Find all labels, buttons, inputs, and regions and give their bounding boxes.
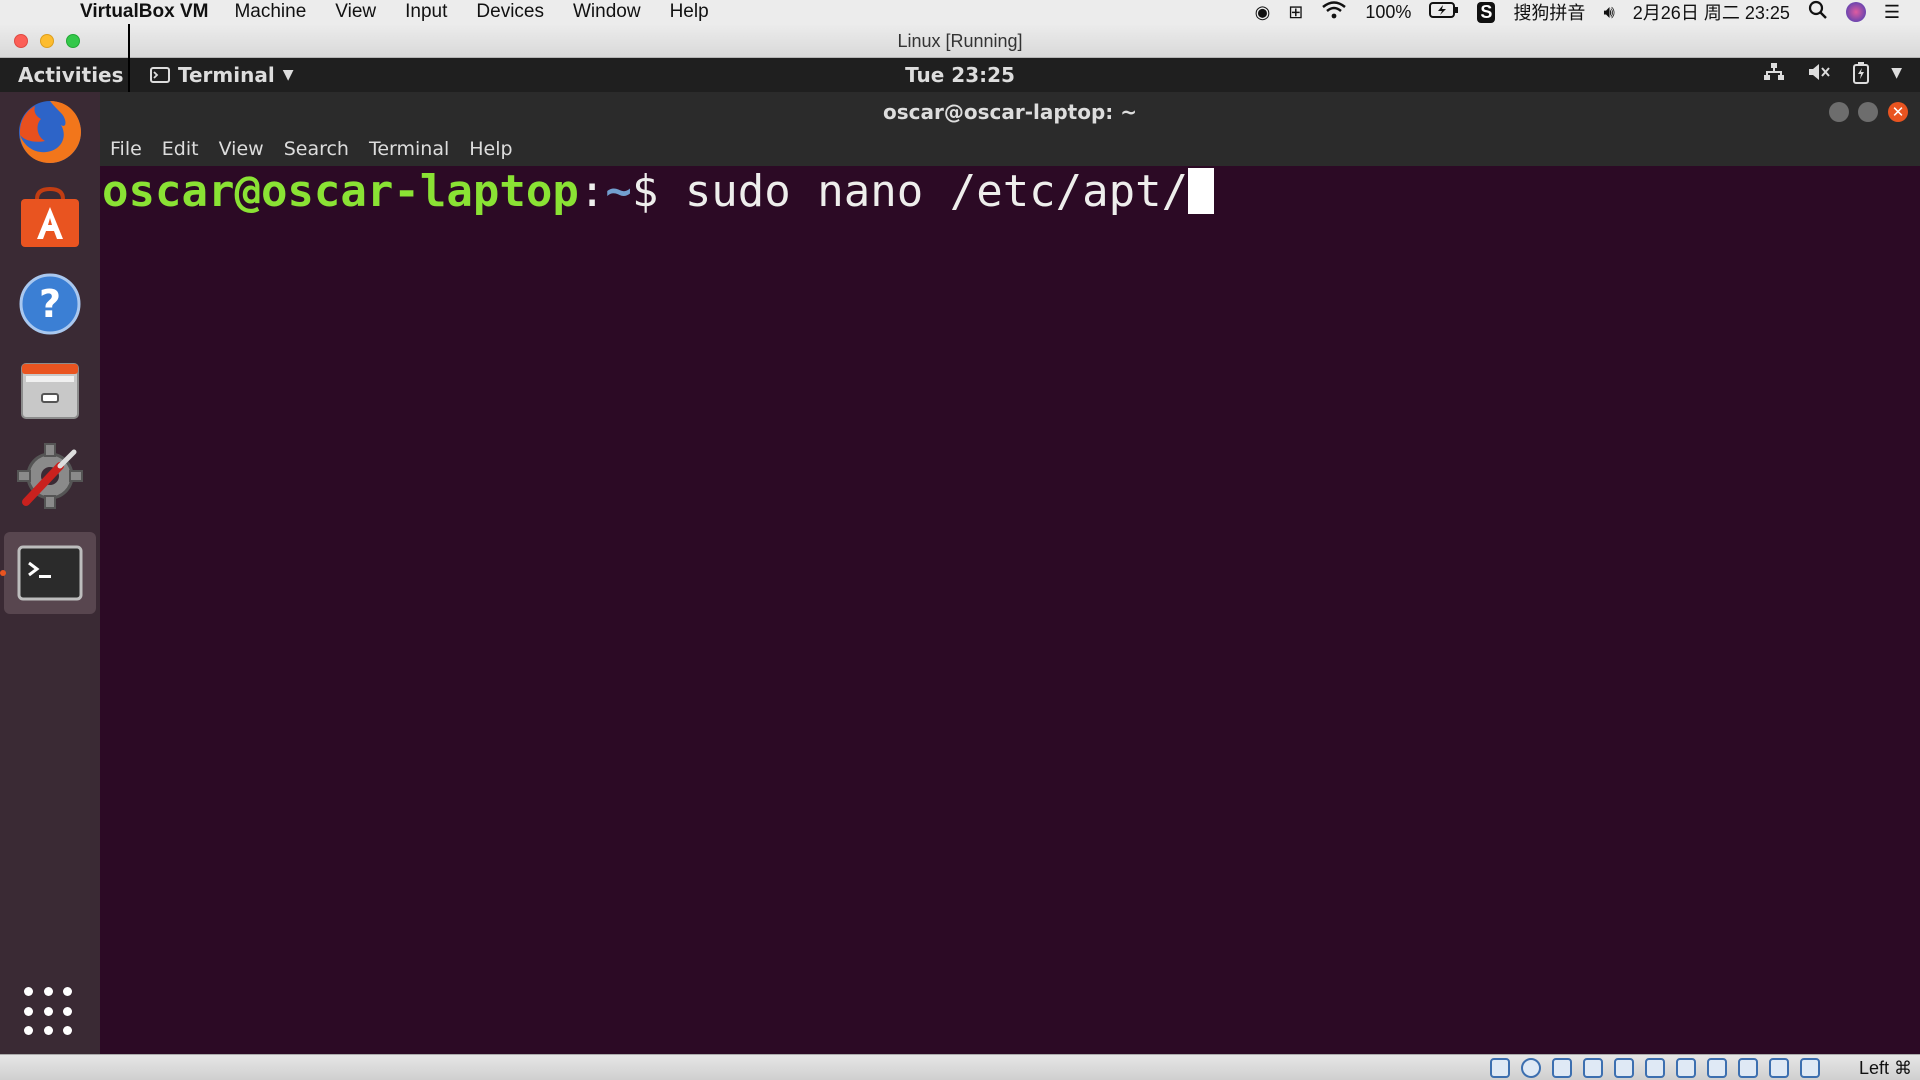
- dock-terminal[interactable]: [4, 532, 96, 614]
- dock-settings[interactable]: [12, 438, 88, 514]
- mac-menubar: VirtualBox VM Machine View Input Devices…: [0, 0, 1920, 24]
- network-adapter-icon[interactable]: [1583, 1058, 1603, 1078]
- help-icon: ?: [19, 273, 81, 335]
- typed-command[interactable]: sudo nano /etc/apt/: [685, 166, 1188, 217]
- audio-icon[interactable]: [1552, 1058, 1572, 1078]
- terminal-menubar: File Edit View Search Terminal Help: [110, 138, 513, 160]
- terminal-maximize-button[interactable]: [1858, 102, 1878, 122]
- dock-firefox[interactable]: [12, 94, 88, 170]
- files-icon: [21, 363, 79, 419]
- svg-text:?: ?: [39, 282, 61, 326]
- vbox-status-icons: [1490, 1058, 1820, 1078]
- software-center-icon: [21, 186, 79, 247]
- text-cursor: [1188, 168, 1215, 214]
- mac-datetime[interactable]: 2月26日 周二 23:25: [1633, 0, 1790, 25]
- system-tray[interactable]: ▼: [1763, 62, 1902, 89]
- ubuntu-top-panel: Activities Terminal ▼ Tue 23:25 ▼: [0, 58, 1920, 92]
- terminal-body[interactable]: oscar@oscar-laptop:~$ sudo nano /etc/apt…: [100, 166, 1920, 1054]
- mac-menu-machine[interactable]: Machine: [234, 1, 306, 23]
- notification-center-icon[interactable]: ☰: [1884, 2, 1900, 23]
- command-line[interactable]: oscar@oscar-laptop:~$ sudo nano /etc/apt…: [102, 166, 1215, 218]
- terminal-window-title: oscar@oscar-laptop: ~: [882, 100, 1138, 124]
- input-grid-icon[interactable]: ⊞: [1288, 2, 1303, 23]
- screen-record-icon[interactable]: ◉: [1255, 2, 1271, 23]
- terminal-menu-search[interactable]: Search: [284, 138, 349, 160]
- terminal-menu-view[interactable]: View: [219, 138, 264, 160]
- mac-menu-input[interactable]: Input: [405, 1, 447, 23]
- dock-software[interactable]: [12, 180, 88, 256]
- cpu-icon[interactable]: [1738, 1058, 1758, 1078]
- network-icon[interactable]: [1763, 62, 1785, 89]
- hard-disk-icon[interactable]: [1490, 1058, 1510, 1078]
- mac-menu-view[interactable]: View: [335, 1, 376, 23]
- volume-icon[interactable]: 🔊︎: [1603, 2, 1614, 23]
- mac-menu-window[interactable]: Window: [573, 1, 641, 23]
- volume-muted-icon[interactable]: [1807, 62, 1831, 89]
- vbox-window-title: Linux [Running]: [897, 31, 1023, 51]
- host-key-label: Left ⌘: [1858, 1058, 1912, 1078]
- usb-icon[interactable]: [1614, 1058, 1634, 1078]
- mouse-integration-icon[interactable]: [1769, 1058, 1789, 1078]
- prompt-user: oscar@oscar-laptop: [102, 166, 579, 217]
- video-capture-icon[interactable]: [1707, 1058, 1727, 1078]
- dock-help[interactable]: ?: [12, 266, 88, 342]
- active-app-indicator: [0, 570, 6, 576]
- mac-menu-help[interactable]: Help: [670, 1, 709, 23]
- input-method-label[interactable]: 搜狗拼音: [1513, 0, 1585, 25]
- terminal-menu-help[interactable]: Help: [469, 138, 512, 160]
- vbox-titlebar: Linux [Running]: [0, 24, 1920, 58]
- terminal-headerbar: oscar@oscar-laptop: ~ ✕ File Edit View S…: [100, 92, 1920, 166]
- prompt-path: ~: [605, 166, 632, 217]
- input-method-icon[interactable]: S: [1477, 1, 1496, 23]
- siri-icon[interactable]: [1845, 2, 1866, 22]
- terminal-menu-edit[interactable]: Edit: [162, 138, 199, 160]
- terminal-menu-terminal[interactable]: Terminal: [369, 138, 449, 160]
- wifi-icon[interactable]: [1321, 0, 1347, 25]
- battery-icon[interactable]: [1429, 1, 1459, 23]
- battery-charging-icon[interactable]: [1853, 62, 1870, 89]
- mac-menu-devices[interactable]: Devices: [476, 1, 544, 23]
- show-applications-icon[interactable]: [24, 987, 76, 1039]
- prompt-separator: :: [578, 166, 606, 217]
- mac-app-name[interactable]: VirtualBox VM: [80, 1, 208, 23]
- panel-clock[interactable]: Tue 23:25: [0, 63, 1920, 87]
- keyboard-capture-icon[interactable]: [1800, 1058, 1820, 1078]
- battery-percent: 100%: [1365, 1, 1412, 22]
- ubuntu-dock: ?: [0, 92, 100, 1054]
- display-icon[interactable]: [1676, 1058, 1696, 1078]
- prompt-symbol: $: [631, 166, 685, 217]
- system-menu-chevron-icon[interactable]: ▼: [1891, 62, 1902, 89]
- mac-status-area: ◉ ⊞ 100% S 搜狗拼音 🔊︎ 2月26日 周二 23:25 ☰: [1255, 0, 1900, 24]
- vbox-statusbar: Left ⌘: [0, 1054, 1920, 1080]
- settings-tools-icon: [17, 443, 83, 509]
- firefox-icon: [19, 101, 81, 163]
- terminal-minimize-button[interactable]: [1829, 102, 1849, 122]
- terminal-close-button[interactable]: ✕: [1888, 102, 1908, 122]
- terminal-menu-file[interactable]: File: [110, 138, 142, 160]
- shared-folders-icon[interactable]: [1645, 1058, 1665, 1078]
- terminal-icon: [17, 545, 83, 601]
- dock-files[interactable]: [12, 352, 88, 428]
- optical-drive-icon[interactable]: [1521, 1058, 1541, 1078]
- spotlight-search-icon[interactable]: [1808, 0, 1828, 25]
